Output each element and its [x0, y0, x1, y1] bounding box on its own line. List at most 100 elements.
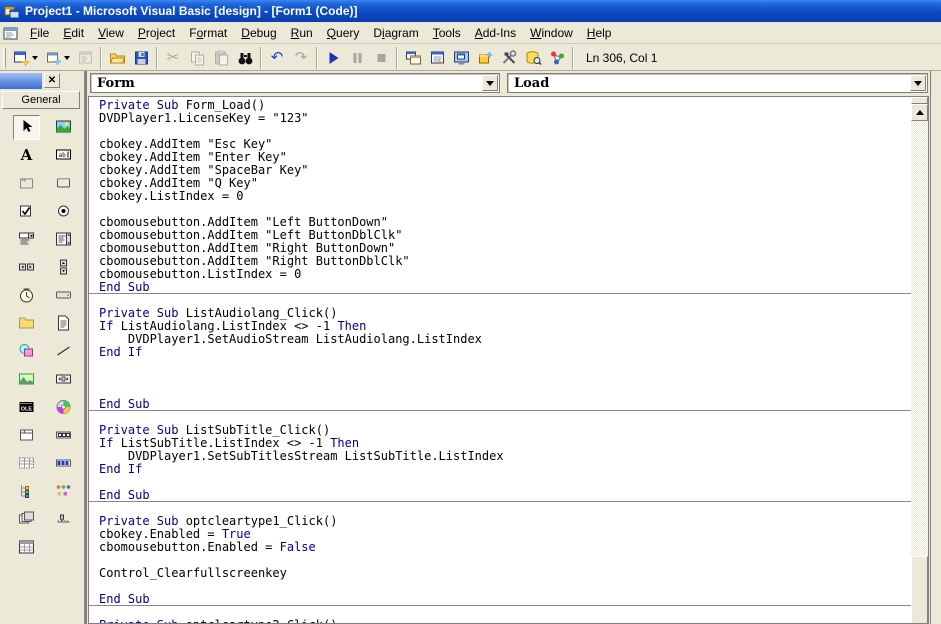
project-explorer-button[interactable]: [401, 47, 425, 69]
code-line: [89, 476, 911, 489]
menu-tools[interactable]: Tools: [426, 23, 468, 43]
toolbox-pointer[interactable]: [13, 115, 40, 140]
toolbox-label[interactable]: A: [13, 143, 40, 168]
menu-debug[interactable]: Debug: [234, 23, 283, 43]
toolbox-grid: Aabxy OLE: [8, 113, 82, 561]
vertical-scrollbar[interactable]: [911, 97, 928, 623]
procedure-combobox[interactable]: Load: [507, 73, 928, 93]
split-handle[interactable]: [911, 97, 928, 104]
scissors-icon: ✂: [167, 50, 180, 65]
menu-view[interactable]: View: [91, 23, 131, 43]
toolbox-imagelist[interactable]: [13, 507, 40, 532]
toolbox-tabstrip[interactable]: [13, 423, 40, 448]
vscrollbar-icon: [55, 259, 72, 275]
menu-run[interactable]: Run: [284, 23, 320, 43]
toolbox-datagrid[interactable]: [13, 535, 40, 560]
code-line: End If: [89, 463, 911, 476]
toolbox-filelistbox[interactable]: [50, 311, 77, 336]
object-browser-icon: [477, 50, 494, 66]
properties-window-button[interactable]: [425, 47, 449, 69]
menu-query[interactable]: Query: [320, 23, 367, 43]
procedure-combobox-arrow[interactable]: [910, 75, 926, 91]
pause-icon: [349, 50, 366, 66]
toolbox-data[interactable]: [50, 367, 77, 392]
code-text: Private Sub Form_Load()DVDPlayer1.Licens…: [89, 97, 911, 623]
procedure-combobox-value: Load: [508, 74, 927, 91]
menu-diagram[interactable]: Diagram: [366, 23, 425, 43]
chevron-down-icon: [914, 81, 922, 86]
toolbox-frame[interactable]: xy: [13, 171, 40, 196]
code-editor[interactable]: Private Sub Form_Load()DVDPlayer1.Licens…: [88, 96, 929, 624]
toolbox-button[interactable]: [497, 47, 521, 69]
object-combobox[interactable]: Form: [90, 73, 500, 93]
dirlistbox-icon: [18, 315, 35, 331]
code-line: End Sub: [89, 489, 911, 502]
code-line: [89, 372, 911, 385]
add-project-button[interactable]: [9, 47, 41, 69]
toolbox-listbox[interactable]: [50, 227, 77, 252]
menu-format[interactable]: Format: [182, 23, 234, 43]
pointer-icon: [18, 119, 35, 135]
find-button[interactable]: [233, 47, 257, 69]
object-combobox-arrow[interactable]: [482, 75, 498, 91]
data-view-window-button[interactable]: [521, 47, 545, 69]
toolbox-shape[interactable]: [13, 339, 40, 364]
menu-project[interactable]: Project: [131, 23, 182, 43]
toolbox-multimedia[interactable]: [50, 423, 77, 448]
toolbox-image[interactable]: [13, 367, 40, 392]
toolbox-tab-general[interactable]: General: [2, 91, 80, 109]
toolbox-title-strip[interactable]: [0, 73, 42, 89]
toolbox-textbox[interactable]: ab: [50, 143, 77, 168]
code-line: [89, 580, 911, 593]
toolbox-commandbutton[interactable]: [50, 171, 77, 196]
ole-icon: OLE: [18, 399, 35, 415]
hscrollbar-icon: [18, 259, 35, 275]
start-button[interactable]: [321, 47, 345, 69]
scrollbar-thumb[interactable]: [911, 556, 928, 624]
toolbox-optionbutton[interactable]: [50, 199, 77, 224]
toolbar-grip[interactable]: [3, 48, 6, 68]
copy-button: [185, 47, 209, 69]
toolbar-separator: [156, 47, 158, 69]
toolbox-combobox[interactable]: [13, 227, 40, 252]
toolbox-timer[interactable]: [13, 283, 40, 308]
menu-file[interactable]: File: [23, 23, 56, 43]
code-line: DVDPlayer1.SetSubTitlesStream ListSubTit…: [89, 450, 911, 463]
toolbox-ole[interactable]: OLE: [13, 395, 40, 420]
menu-window[interactable]: Window: [523, 23, 580, 43]
add-form-button[interactable]: [41, 47, 73, 69]
open-project-button[interactable]: [105, 47, 129, 69]
form-layout-window-button[interactable]: [449, 47, 473, 69]
toolbox-picturebox[interactable]: [50, 115, 77, 140]
object-browser-button[interactable]: [473, 47, 497, 69]
toolbox-progressbar[interactable]: [50, 451, 77, 476]
code-line: End Sub: [89, 593, 911, 606]
object-combobox-value: Form: [91, 74, 499, 91]
form-layout-icon: [453, 50, 470, 66]
toolbox-flexgrid[interactable]: [13, 451, 40, 476]
undo-button[interactable]: ↶: [265, 47, 289, 69]
toolbox-dirlistbox[interactable]: [13, 311, 40, 336]
visual-component-manager-button[interactable]: [545, 47, 569, 69]
save-project-button[interactable]: [129, 47, 153, 69]
frame-icon: xy: [18, 175, 35, 191]
menu-addins[interactable]: Add-Ins: [468, 23, 523, 43]
toolbox-treeview[interactable]: [13, 479, 40, 504]
toolbox-vscrollbar[interactable]: [50, 255, 77, 280]
toolbox-checkbox[interactable]: [13, 199, 40, 224]
toolbox-dvdplayer[interactable]: [50, 395, 77, 420]
svg-text:OLE: OLE: [21, 407, 33, 413]
add-project-icon: [13, 50, 30, 66]
toolbox-hscrollbar[interactable]: [13, 255, 40, 280]
toolbox-drivelistbox[interactable]: [50, 283, 77, 308]
menu-help[interactable]: Help: [580, 23, 619, 43]
toolbox-listview[interactable]: [50, 479, 77, 504]
close-icon[interactable]: ✕: [44, 73, 60, 88]
menu-edit[interactable]: Edit: [56, 23, 91, 43]
toolbox-slider[interactable]: [50, 507, 77, 532]
toolbox-panel: ✕ General Aabxy OLE: [0, 71, 85, 624]
toolbox-line[interactable]: [50, 339, 77, 364]
vcm-icon: [549, 50, 566, 66]
scroll-up-button[interactable]: [911, 104, 928, 121]
picturebox-icon: [55, 119, 72, 135]
